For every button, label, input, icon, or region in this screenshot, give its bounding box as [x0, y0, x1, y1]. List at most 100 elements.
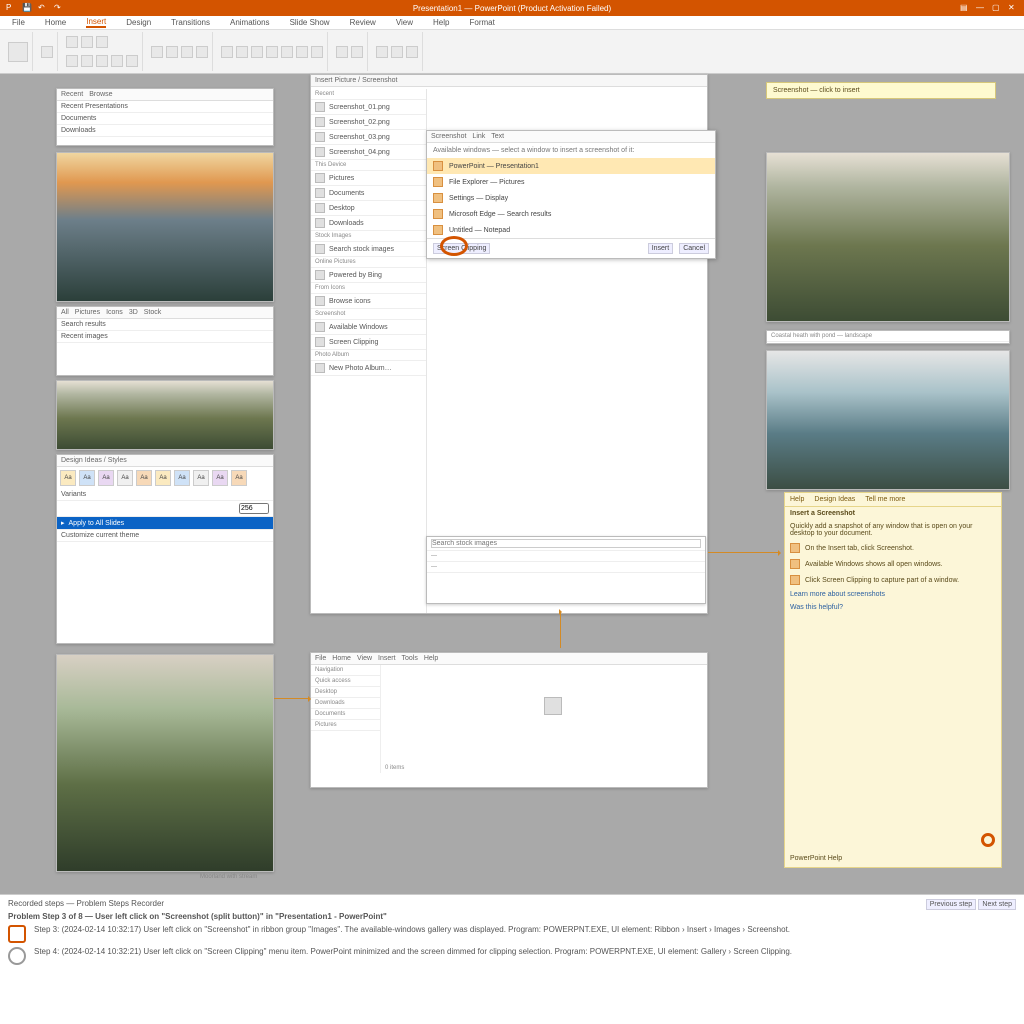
- addins-button[interactable]: [151, 46, 163, 58]
- tab-design[interactable]: Design: [126, 18, 151, 27]
- pictures-button[interactable]: [66, 36, 78, 48]
- nav-row[interactable]: Quick access: [311, 676, 380, 687]
- cat-icons[interactable]: Icons: [106, 309, 123, 316]
- nav-row[interactable]: Navigation: [311, 665, 380, 676]
- help-link[interactable]: Was this helpful?: [785, 601, 1001, 614]
- wordart-button[interactable]: [266, 46, 278, 58]
- tab-review[interactable]: Review: [350, 18, 376, 27]
- close-icon[interactable]: ✕: [1008, 3, 1018, 13]
- next-step-button[interactable]: Next step: [978, 899, 1016, 910]
- comment-button[interactable]: [221, 46, 233, 58]
- nav-item[interactable]: Documents: [311, 186, 426, 201]
- nav-item[interactable]: Powered by Bing: [311, 268, 426, 283]
- redo-icon[interactable]: ↷: [54, 3, 64, 13]
- apply-all-button[interactable]: ▸ Apply to All Slides: [57, 517, 273, 530]
- nav-row[interactable]: Documents: [311, 709, 380, 720]
- help-tab[interactable]: Design Ideas: [814, 496, 855, 503]
- help-tab[interactable]: Help: [790, 496, 804, 503]
- nav-row[interactable]: Pictures: [311, 720, 380, 731]
- zoom-button[interactable]: [166, 46, 178, 58]
- available-window[interactable]: Microsoft Edge — Search results: [427, 206, 715, 222]
- tab-format[interactable]: Format: [469, 18, 494, 27]
- mini-tab[interactable]: Help: [424, 655, 438, 662]
- thumbnail-rocky-shore[interactable]: [766, 350, 1010, 490]
- nav-item[interactable]: Pictures: [311, 171, 426, 186]
- thumbnail-sunset[interactable]: [56, 152, 274, 302]
- screen-recording-button[interactable]: [406, 46, 418, 58]
- link-button[interactable]: [181, 46, 193, 58]
- nav-item[interactable]: New Photo Album…: [311, 361, 426, 376]
- mini-tab[interactable]: File: [315, 655, 326, 662]
- tab-help[interactable]: Help: [433, 18, 449, 27]
- textbox-button[interactable]: [236, 46, 248, 58]
- nav-item[interactable]: Browse icons: [311, 294, 426, 309]
- thumbnail-moor-strip[interactable]: [56, 380, 274, 450]
- header-footer-button[interactable]: [251, 46, 263, 58]
- nav-item[interactable]: Downloads: [311, 216, 426, 231]
- ribbon-options-icon[interactable]: ▤: [960, 3, 970, 13]
- save-icon[interactable]: 💾: [22, 3, 32, 13]
- nav-item[interactable]: Available Windows: [311, 320, 426, 335]
- audio-button[interactable]: [391, 46, 403, 58]
- tab-recent[interactable]: Recent: [61, 91, 83, 98]
- available-window[interactable]: File Explorer — Pictures: [427, 174, 715, 190]
- prev-step-button[interactable]: Previous step: [926, 899, 976, 910]
- style-chip[interactable]: Aa: [155, 470, 171, 486]
- tab-browse[interactable]: Browse: [89, 91, 112, 98]
- flyout-tab[interactable]: Text: [491, 133, 504, 140]
- style-chip[interactable]: Aa: [212, 470, 228, 486]
- tab-home[interactable]: Home: [45, 18, 66, 27]
- new-slide-button[interactable]: [8, 42, 28, 62]
- object-button[interactable]: [311, 46, 323, 58]
- available-window[interactable]: PowerPoint — Presentation1: [427, 158, 715, 174]
- list-item[interactable]: Documents: [57, 113, 273, 125]
- cancel-button[interactable]: Cancel: [679, 243, 709, 254]
- cat-pictures[interactable]: Pictures: [75, 309, 100, 316]
- nav-item[interactable]: Screen Clipping: [311, 335, 426, 350]
- nav-item[interactable]: Screenshot_01.png: [311, 100, 426, 115]
- 3d-models-button[interactable]: [96, 55, 108, 67]
- list-item[interactable]: Recent Presentations: [57, 101, 273, 113]
- photo-album-button[interactable]: [96, 36, 108, 48]
- help-tab[interactable]: Tell me more: [865, 496, 905, 503]
- list-item[interactable]: Recent images: [57, 331, 273, 343]
- nav-item[interactable]: Screenshot_04.png: [311, 145, 426, 160]
- video-button[interactable]: [376, 46, 388, 58]
- maximize-icon[interactable]: ▢: [992, 3, 1002, 13]
- thumbnail-moor-large[interactable]: [56, 654, 274, 872]
- style-chip[interactable]: Aa: [136, 470, 152, 486]
- flyout-tab[interactable]: Link: [472, 133, 485, 140]
- nav-item[interactable]: Screenshot_03.png: [311, 130, 426, 145]
- tab-file[interactable]: File: [12, 18, 25, 27]
- insert-button[interactable]: Insert: [648, 243, 674, 254]
- date-button[interactable]: [281, 46, 293, 58]
- customize-theme[interactable]: Customize current theme: [57, 530, 273, 542]
- style-chip[interactable]: Aa: [60, 470, 76, 486]
- style-chip[interactable]: Aa: [193, 470, 209, 486]
- table-button[interactable]: [41, 46, 53, 58]
- search-input[interactable]: [431, 539, 701, 548]
- cat-3d[interactable]: 3D: [129, 309, 138, 316]
- slide-number-button[interactable]: [296, 46, 308, 58]
- list-item[interactable]: Downloads: [57, 125, 273, 137]
- style-chip[interactable]: Aa: [117, 470, 133, 486]
- chart-button[interactable]: [126, 55, 138, 67]
- list-item[interactable]: Search results: [57, 319, 273, 331]
- thumbnail-coastal-heath[interactable]: [766, 152, 1010, 322]
- tab-view[interactable]: View: [396, 18, 413, 27]
- nav-row[interactable]: Downloads: [311, 698, 380, 709]
- size-field[interactable]: [239, 503, 269, 514]
- tab-transitions[interactable]: Transitions: [171, 18, 210, 27]
- shapes-button[interactable]: [66, 55, 78, 67]
- nav-item[interactable]: Desktop: [311, 201, 426, 216]
- mini-tab[interactable]: View: [357, 655, 372, 662]
- result-row[interactable]: —: [427, 562, 705, 573]
- mini-tab[interactable]: Home: [332, 655, 351, 662]
- icons-button[interactable]: [81, 55, 93, 67]
- undo-icon[interactable]: ↶: [38, 3, 48, 13]
- available-window[interactable]: Untitled — Notepad: [427, 222, 715, 238]
- nav-item[interactable]: Search stock images: [311, 242, 426, 257]
- action-button[interactable]: [196, 46, 208, 58]
- minimize-icon[interactable]: —: [976, 3, 986, 13]
- tab-slideshow[interactable]: Slide Show: [290, 18, 330, 27]
